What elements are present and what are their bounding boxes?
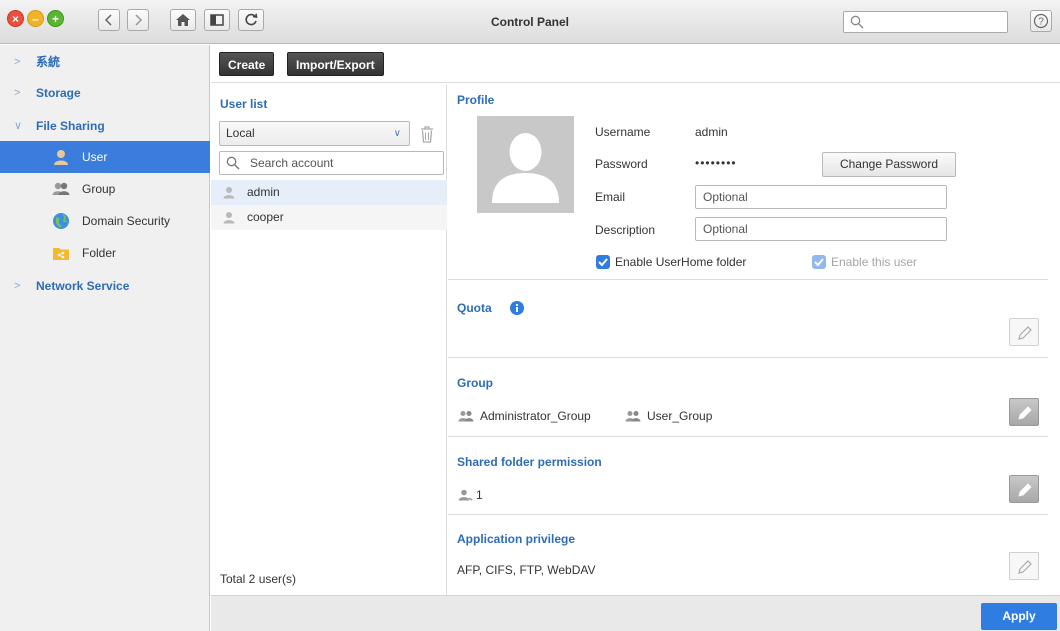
group-icon bbox=[458, 411, 474, 422]
trash-icon[interactable] bbox=[418, 124, 436, 144]
user-source-select[interactable]: Local ∨ bbox=[219, 121, 410, 146]
refresh-icon bbox=[245, 13, 258, 26]
user-icon bbox=[223, 187, 235, 199]
password-label: Password bbox=[595, 157, 648, 171]
apply-button[interactable]: Apply bbox=[981, 603, 1057, 630]
group-icon bbox=[625, 411, 641, 422]
group-icon bbox=[52, 182, 70, 195]
email-input[interactable] bbox=[703, 189, 941, 205]
edit-group-button[interactable] bbox=[1009, 398, 1039, 426]
user-list-item-cooper[interactable]: cooper bbox=[211, 205, 447, 230]
chevron-right-icon: > bbox=[14, 280, 21, 292]
edit-shared-folder-button[interactable] bbox=[1009, 475, 1039, 503]
sidebar-category-file-sharing[interactable]: ∨ File Sharing bbox=[0, 111, 210, 141]
user-list-item-admin[interactable]: admin bbox=[211, 180, 447, 205]
sidebar-item-user[interactable]: User bbox=[0, 141, 210, 173]
create-button[interactable]: Create bbox=[219, 52, 275, 76]
home-icon bbox=[176, 14, 190, 26]
info-icon[interactable] bbox=[510, 301, 524, 315]
minimize-window-button[interactable]: – bbox=[27, 10, 44, 27]
search-icon bbox=[850, 15, 864, 29]
import-export-button[interactable]: Import/Export bbox=[287, 52, 384, 76]
sidebar-category-system[interactable]: > 系統 bbox=[0, 47, 210, 77]
app-privilege-section: Application privilege AFP, CIFS, FTP, We… bbox=[448, 515, 1048, 595]
sidebar-item-domain-security[interactable]: Domain Security bbox=[0, 205, 210, 237]
user-detail-panel: Profile Username admin Password ••••••••… bbox=[448, 84, 1060, 595]
group-title: Group bbox=[457, 376, 493, 390]
enable-user-label: Enable this user bbox=[831, 255, 918, 269]
change-password-button[interactable]: Change Password bbox=[822, 152, 956, 177]
help-button[interactable]: ? bbox=[1030, 10, 1052, 32]
account-search-field[interactable] bbox=[219, 151, 444, 175]
chevron-down-icon: ∨ bbox=[14, 120, 23, 132]
password-value: •••••••• bbox=[695, 156, 737, 170]
sidebar: > 系統 > Storage ∨ File Sharing User Group… bbox=[0, 45, 210, 631]
checkmark-icon bbox=[598, 258, 608, 267]
shared-folder-section: Shared folder permission 1 bbox=[448, 437, 1048, 515]
sidebar-category-network-service[interactable]: > Network Service bbox=[0, 271, 210, 301]
folder-icon bbox=[53, 248, 69, 260]
description-input[interactable] bbox=[703, 221, 941, 237]
shared-folder-title: Shared folder permission bbox=[457, 455, 602, 469]
pencil-icon bbox=[1018, 560, 1032, 574]
user-silhouette-icon bbox=[492, 133, 559, 203]
description-field[interactable] bbox=[695, 217, 947, 241]
quota-title: Quota bbox=[457, 301, 492, 315]
profile-section: Profile Username admin Password ••••••••… bbox=[448, 84, 1048, 280]
email-label: Email bbox=[595, 190, 626, 204]
email-field[interactable] bbox=[695, 185, 947, 209]
back-button[interactable] bbox=[98, 9, 120, 31]
edit-app-privilege-button[interactable] bbox=[1009, 552, 1039, 580]
app-privilege-value: AFP, CIFS, FTP, WebDAV bbox=[457, 563, 596, 577]
toggle-sidebar-button[interactable] bbox=[204, 9, 230, 31]
global-search-input[interactable] bbox=[843, 11, 1008, 33]
username-value: admin bbox=[695, 125, 728, 139]
svg-text:?: ? bbox=[1038, 17, 1044, 28]
user-total-count: Total 2 user(s) bbox=[220, 572, 297, 586]
user-permission-icon bbox=[458, 489, 473, 501]
username-label: Username bbox=[595, 125, 651, 139]
title-bar: × – + Control Panel ? bbox=[0, 0, 1060, 44]
group-section: Group Administrator_Group User_Group bbox=[448, 358, 1048, 437]
toolbar: Create Import/Export bbox=[211, 45, 1060, 83]
chevron-left-icon bbox=[104, 14, 112, 26]
sidebar-item-group[interactable]: Group bbox=[0, 173, 210, 205]
user-icon bbox=[54, 150, 68, 165]
maximize-window-button[interactable]: + bbox=[47, 10, 64, 27]
help-icon: ? bbox=[1033, 13, 1049, 29]
chevron-right-icon: > bbox=[14, 87, 21, 99]
home-button[interactable] bbox=[170, 9, 196, 31]
pencil-icon bbox=[1018, 406, 1032, 420]
quota-section: Quota bbox=[448, 280, 1048, 358]
chevron-right-icon bbox=[135, 14, 143, 26]
search-icon bbox=[226, 156, 240, 170]
sidebar-item-folder[interactable]: Folder bbox=[0, 237, 210, 269]
enable-userhome-label: Enable UserHome folder bbox=[615, 255, 747, 269]
footer-bar: Apply bbox=[211, 595, 1060, 631]
chevron-right-icon: > bbox=[14, 56, 21, 68]
refresh-button[interactable] bbox=[238, 9, 264, 31]
forward-button[interactable] bbox=[127, 9, 149, 31]
checkmark-icon bbox=[814, 258, 824, 267]
sidebar-category-storage[interactable]: > Storage bbox=[0, 78, 210, 108]
description-label: Description bbox=[595, 223, 656, 237]
user-list-title: User list bbox=[220, 97, 268, 111]
profile-title: Profile bbox=[457, 93, 495, 107]
pencil-icon bbox=[1018, 483, 1032, 497]
user-list-panel: User list Local ∨ admin cooper Total 2 u… bbox=[211, 84, 447, 595]
app-privilege-title: Application privilege bbox=[457, 532, 576, 546]
chevron-down-icon: ∨ bbox=[393, 128, 401, 139]
pencil-icon bbox=[1018, 326, 1032, 340]
account-search-input[interactable] bbox=[250, 154, 435, 172]
close-window-button[interactable]: × bbox=[7, 10, 24, 27]
globe-icon bbox=[53, 213, 69, 229]
enable-user-checkbox[interactable] bbox=[812, 255, 826, 269]
sidebar-panel-icon bbox=[210, 14, 224, 26]
user-icon bbox=[223, 212, 235, 224]
edit-quota-button[interactable] bbox=[1009, 318, 1039, 346]
avatar bbox=[477, 116, 574, 213]
enable-userhome-checkbox[interactable] bbox=[596, 255, 610, 269]
